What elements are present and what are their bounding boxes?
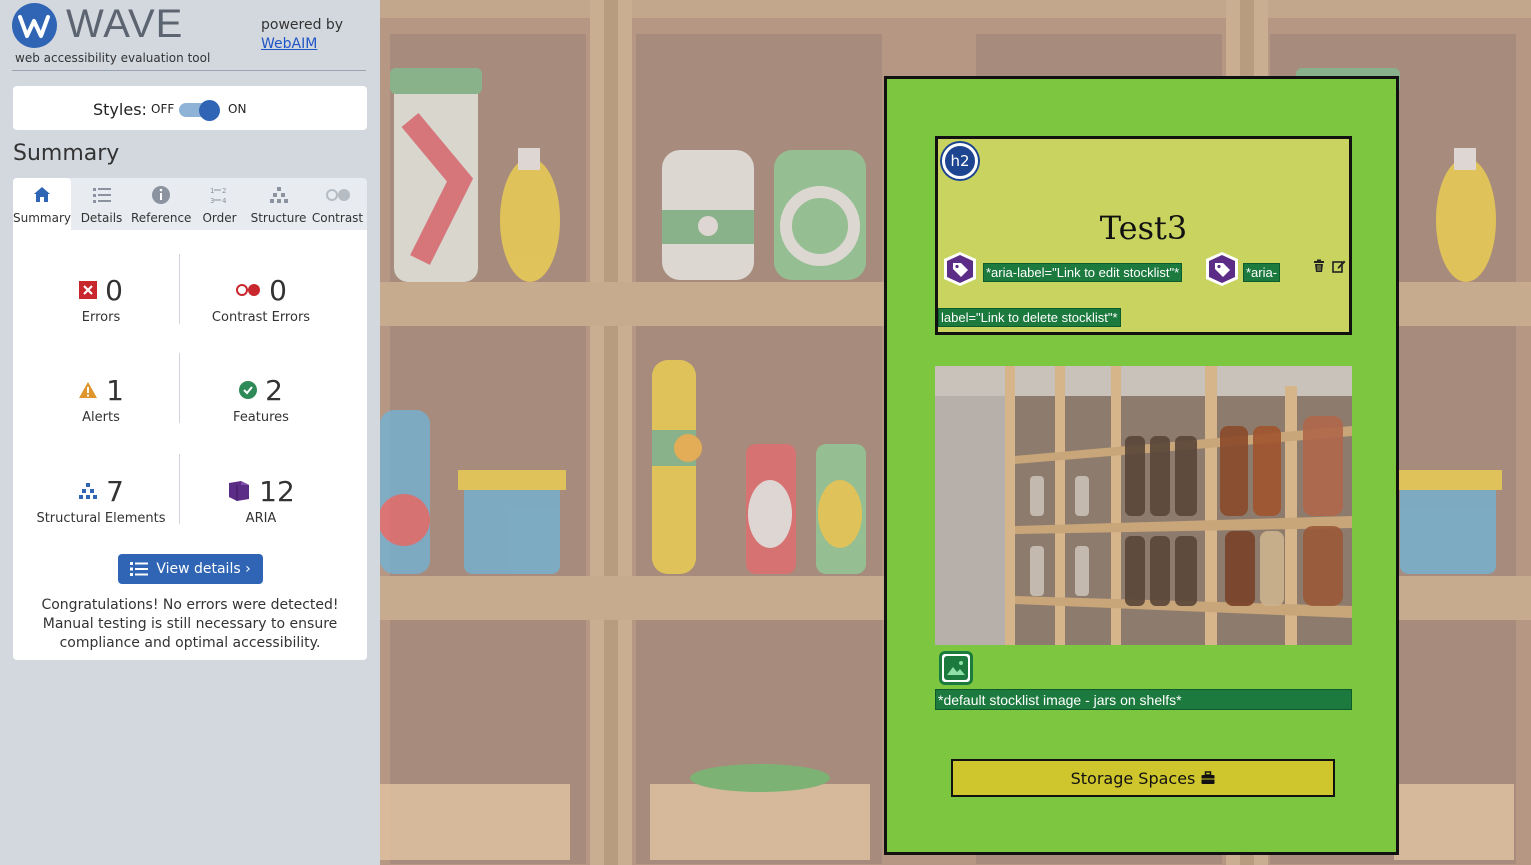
tab-label: Reference	[131, 211, 192, 225]
h2-heading-badge-icon[interactable]: h2	[942, 143, 978, 179]
tab-reference[interactable]: Reference	[131, 178, 192, 230]
aria-tag-icon[interactable]	[942, 251, 978, 287]
styles-off-label: OFF	[151, 102, 175, 116]
list-icon	[130, 562, 149, 576]
summary-panel: 0 Errors 0 Contrast Errors 1 Alerts 2 Fe…	[13, 230, 367, 660]
svg-text:3: 3	[210, 197, 214, 205]
card-header: h2 Test3 *aria-label="Link to edit stock…	[935, 136, 1352, 335]
errors-label: Errors	[81, 310, 121, 325]
errors-stat[interactable]: 0 Errors	[16, 274, 186, 325]
features-count: 2	[265, 373, 283, 407]
briefcase-icon	[1201, 771, 1215, 784]
aria-label-delete-text-part2: label="Link to delete stocklist"*	[938, 308, 1121, 327]
structure-icon	[249, 184, 308, 206]
svg-text:1: 1	[210, 187, 214, 195]
styles-toggle-knob[interactable]	[199, 100, 220, 121]
structural-count: 7	[106, 474, 124, 508]
tab-label: Details	[80, 211, 123, 225]
svg-text:4: 4	[222, 197, 227, 205]
storage-spaces-label: Storage Spaces	[1070, 768, 1196, 788]
alert-icon	[79, 382, 98, 398]
info-icon	[131, 184, 190, 206]
structural-stat[interactable]: 7 Structural Elements	[16, 474, 186, 527]
styles-toggle-box: Styles: OFF ON	[13, 86, 367, 130]
powered-by-text: powered by	[261, 17, 344, 33]
contrast-errors-label: Contrast Errors	[211, 310, 311, 325]
image-alt-icon[interactable]	[939, 651, 973, 685]
contrast-errors-stat[interactable]: 0 Contrast Errors	[176, 273, 346, 326]
order-icon: 1234	[190, 184, 249, 206]
aria-stat[interactable]: 12 ARIA	[176, 475, 346, 526]
tab-contrast[interactable]: Contrast	[308, 178, 367, 230]
edit-icon[interactable]	[1332, 259, 1346, 273]
wave-wordmark: WAVE	[66, 2, 184, 46]
structure-icon	[79, 483, 98, 499]
wave-tagline: web accessibility evaluation tool	[15, 51, 211, 65]
styles-on-label: ON	[228, 102, 247, 116]
aria-label-edit-text: *aria-label="Link to edit stocklist"*	[983, 263, 1183, 282]
aria-label-delete-text-part1: *aria-	[1243, 263, 1281, 282]
wave-logo-icon	[12, 3, 57, 48]
image-alt-text: *default stocklist image - jars on shelf…	[935, 689, 1352, 710]
summary-heading: Summary	[13, 141, 120, 166]
structural-label: Structural Elements	[36, 511, 166, 526]
alerts-label: Alerts	[82, 410, 120, 425]
storage-spaces-button[interactable]: Storage Spaces	[951, 759, 1335, 797]
errors-count: 0	[105, 273, 123, 307]
tab-summary[interactable]: Summary	[13, 178, 71, 230]
view-details-label: View details ›	[156, 561, 251, 577]
tab-label: Summary	[13, 211, 71, 225]
aria-cube-icon	[229, 481, 250, 501]
wave-header: WAVE web accessibility evaluation tool p…	[12, 0, 366, 71]
card-title: Test3	[1099, 209, 1188, 247]
home-icon	[13, 184, 71, 206]
webaim-link[interactable]: WebAIM	[261, 36, 317, 52]
alerts-stat[interactable]: 1 Alerts	[16, 374, 186, 425]
tab-label: Contrast	[311, 211, 364, 225]
tab-order[interactable]: 1234 Order	[190, 178, 249, 230]
shelf-top-strip	[380, 0, 1531, 18]
feature-check-icon	[239, 381, 258, 399]
jars-on-shelves-photo	[935, 366, 1352, 645]
aria-label: ARIA	[245, 511, 277, 526]
svg-text:2: 2	[222, 187, 226, 195]
tab-label: Structure	[250, 211, 307, 225]
alerts-count: 1	[106, 373, 124, 407]
wave-tabs: Summary Details Reference 1234 Order Str…	[13, 178, 367, 230]
congrats-message: Congratulations! No errors were detected…	[41, 597, 339, 651]
tab-structure[interactable]: Structure	[249, 178, 308, 230]
stocklist-card: h2 Test3 *aria-label="Link to edit stock…	[884, 76, 1399, 855]
error-icon	[79, 281, 98, 299]
stocklist-image	[935, 366, 1352, 645]
contrast-errors-count: 0	[269, 273, 287, 307]
aria-count: 12	[259, 474, 295, 508]
wave-sidebar: WAVE web accessibility evaluation tool p…	[0, 0, 380, 865]
contrast-error-icon	[236, 284, 261, 296]
view-details-button[interactable]: View details ›	[118, 554, 263, 584]
features-label: Features	[233, 410, 289, 425]
list-icon	[72, 184, 131, 206]
contrast-icon	[308, 184, 367, 206]
trash-icon[interactable]	[1312, 259, 1326, 273]
aria-tag-icon[interactable]	[1204, 251, 1240, 287]
styles-label: Styles:	[93, 100, 147, 119]
tab-label: Order	[202, 211, 237, 225]
features-stat[interactable]: 2 Features	[176, 373, 346, 426]
tab-details[interactable]: Details	[72, 178, 131, 230]
